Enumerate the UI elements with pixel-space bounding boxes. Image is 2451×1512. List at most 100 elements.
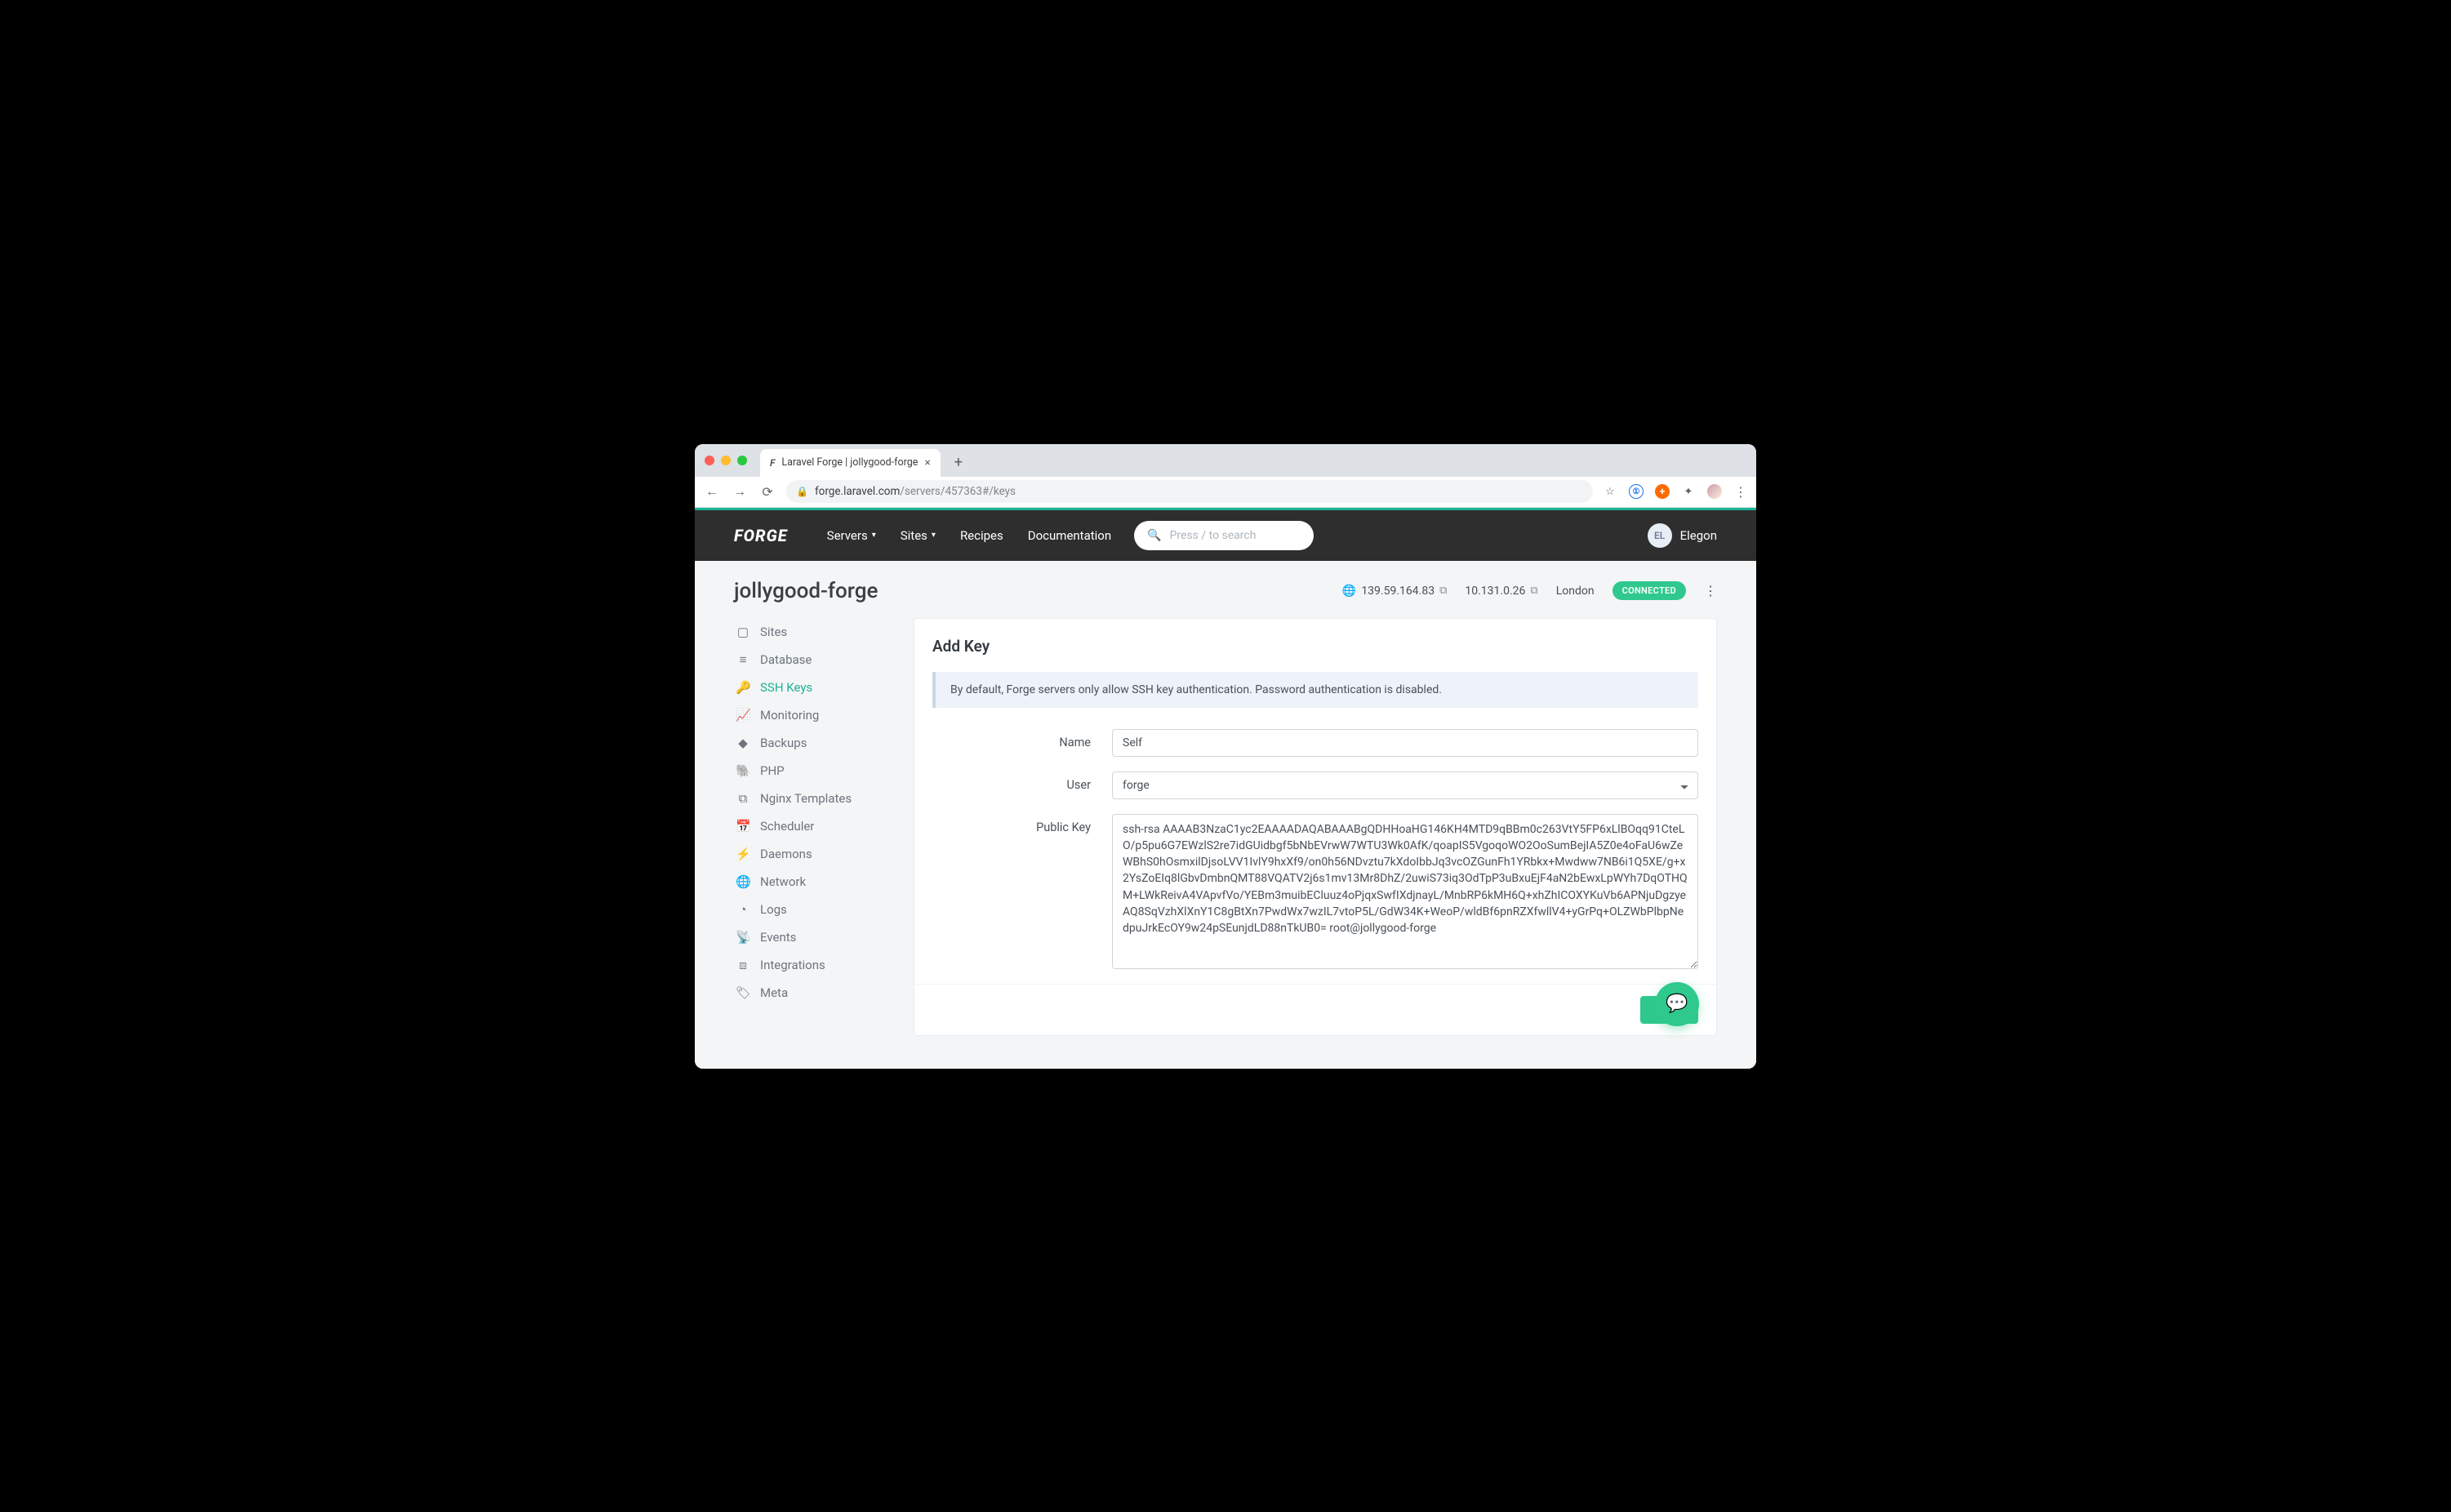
sidebar-label: Events [760,930,796,945]
server-menu-icon[interactable]: ⋮ [1704,583,1717,598]
copy-icon[interactable]: ⧉ [1439,585,1447,597]
info-notice: By default, Forge servers only allow SSH… [932,672,1698,708]
label-user: User [932,772,1112,792]
user-name: Elegon [1680,528,1717,543]
server-header: jollygood-forge 🌐 139.59.164.83 ⧉ 10.131… [734,579,1717,603]
sidebar-item-daemons[interactable]: ⚡Daemons [734,840,889,868]
sidebar-label: Database [760,652,812,667]
sidebar-label: Scheduler [760,819,814,834]
browser-toolbar: ← → ⟳ 🔒 forge.laravel.com/servers/457363… [695,477,1756,508]
sidebar-label: Meta [760,985,788,1000]
user-select[interactable]: forge [1112,772,1698,799]
sidebar-item-monitoring[interactable]: 📈 Monitoring [734,701,889,729]
minimize-window-button[interactable] [721,456,731,465]
user-menu[interactable]: EL Elegon [1648,523,1717,548]
maximize-window-button[interactable] [737,456,747,465]
caret-icon: ▾ [932,531,936,540]
bookmark-star-icon[interactable]: ☆ [1603,484,1617,499]
sidebar-label: Integrations [760,958,825,972]
forward-button[interactable]: → [731,483,749,500]
name-input[interactable] [1112,729,1698,757]
search-input[interactable]: 🔍 Press / to search [1134,521,1314,550]
globe-icon: 🌐 [1342,585,1356,598]
sidebar-item-scheduler[interactable]: 📅 Scheduler [734,812,889,840]
url-host: forge.laravel.com [815,485,900,498]
back-button[interactable]: ← [703,483,721,500]
tab-close-icon[interactable]: × [924,456,930,469]
sidebar-item-backups[interactable]: ◆Backups [734,729,889,757]
new-tab-button[interactable]: + [947,451,970,474]
profile-avatar-icon[interactable] [1707,484,1722,499]
label-name: Name [932,729,1112,749]
user-avatar: EL [1648,523,1672,548]
address-bar[interactable]: 🔒 forge.laravel.com/servers/457363#/keys [786,480,1593,503]
copy-icon[interactable]: ⧉ [1530,585,1537,597]
sidebar-label: SSH Keys [760,680,812,695]
sidebar-icon: ⚡ [736,847,750,861]
extensions-menu-icon[interactable]: ✦ [1681,484,1696,499]
sidebar-icon: ⧉ [736,791,750,806]
sidebar-label: Logs [760,902,787,917]
sidebar-label: Network [760,874,806,889]
tab-favicon: F [770,457,775,469]
sidebar-item-sites[interactable]: ▢Sites [734,618,889,646]
browser-tab[interactable]: F Laravel Forge | jollygood-forge × [760,449,941,477]
help-fab[interactable]: 💬 [1655,982,1699,1026]
nav-documentation[interactable]: Documentation [1028,528,1111,543]
sidebar-item-logs[interactable]: ◔Logs [734,896,889,923]
sidebar-label: Sites [760,625,787,639]
sidebar-item-meta[interactable]: 🏷 Meta [734,979,889,1007]
extension-orange-icon[interactable]: + [1655,484,1670,499]
private-ip-value: 10.131.0.26 [1465,585,1525,598]
server-name: jollygood-forge [734,579,878,603]
sidebar-item-nginx-templates[interactable]: ⧉ Nginx Templates [734,785,889,812]
sidebar-item-database[interactable]: ≡Database [734,646,889,674]
sidebar-icon: 🌐 [736,874,750,889]
server-meta: 🌐 139.59.164.83 ⧉ 10.131.0.26 ⧉ London C… [1342,581,1717,600]
sidebar-icon: 📈 [736,708,750,723]
private-ip: 10.131.0.26 ⧉ [1465,585,1537,598]
caret-icon: ▾ [872,531,876,540]
window-controls [705,444,760,477]
nav-sites[interactable]: Sites▾ [901,528,936,543]
extension-1password-icon[interactable]: ① [1629,484,1644,499]
public-key-textarea[interactable] [1112,814,1698,969]
nav-recipes[interactable]: Recipes [960,528,1003,543]
sidebar-item-php[interactable]: 🐘PHP [734,757,889,785]
nav-servers[interactable]: Servers▾ [827,528,876,543]
nav-items: Servers▾ Sites▾ Recipes Documentation [827,528,1111,543]
reload-button[interactable]: ⟳ [758,484,776,500]
tab-title: Laravel Forge | jollygood-forge [781,456,918,469]
page-body: jollygood-forge 🌐 139.59.164.83 ⧉ 10.131… [695,561,1756,1069]
sidebar-item-events[interactable]: 📡 Events [734,923,889,951]
sidebar-item-network[interactable]: 🌐 Network [734,868,889,896]
sidebar-icon: 📡 [736,930,750,945]
sidebar-item-integrations[interactable]: ⧈ Integrations [734,951,889,979]
card-title: Add Key [932,637,1698,656]
sidebar-icon: ◆ [736,736,750,750]
label-public-key: Public Key [932,814,1112,834]
search-placeholder: Press / to search [1170,529,1257,542]
chat-icon: 💬 [1666,994,1688,1014]
sidebar-icon: ⧈ [736,958,750,972]
status-badge: CONNECTED [1612,581,1686,600]
sidebar-icon: 🏷 [736,985,750,1000]
sidebar-item-ssh-keys[interactable]: 🔑 SSH Keys [734,674,889,701]
sidebar-icon: 📅 [736,819,750,834]
sidebar-icon: 🔑 [736,680,750,695]
browser-tabbar: F Laravel Forge | jollygood-forge × + [695,444,1756,477]
sidebar-icon: 🐘 [736,763,750,778]
public-ip: 🌐 139.59.164.83 ⧉ [1342,585,1448,598]
search-icon: 🔍 [1147,529,1161,542]
card-footer: ADD [914,984,1716,1035]
url-path: /servers/457363#/keys [900,485,1016,498]
sidebar-label: Nginx Templates [760,791,852,806]
app-navbar: FORGE Servers▾ Sites▾ Recipes Documentat… [695,510,1756,561]
close-window-button[interactable] [705,456,714,465]
public-ip-value: 139.59.164.83 [1361,585,1435,598]
forge-logo[interactable]: FORGE [734,526,788,545]
browser-menu-icon[interactable]: ⋮ [1733,484,1748,499]
extension-icons: ☆ ① + ✦ ⋮ [1603,484,1748,499]
sidebar-label: Monitoring [760,708,819,723]
server-region: London [1556,585,1595,598]
